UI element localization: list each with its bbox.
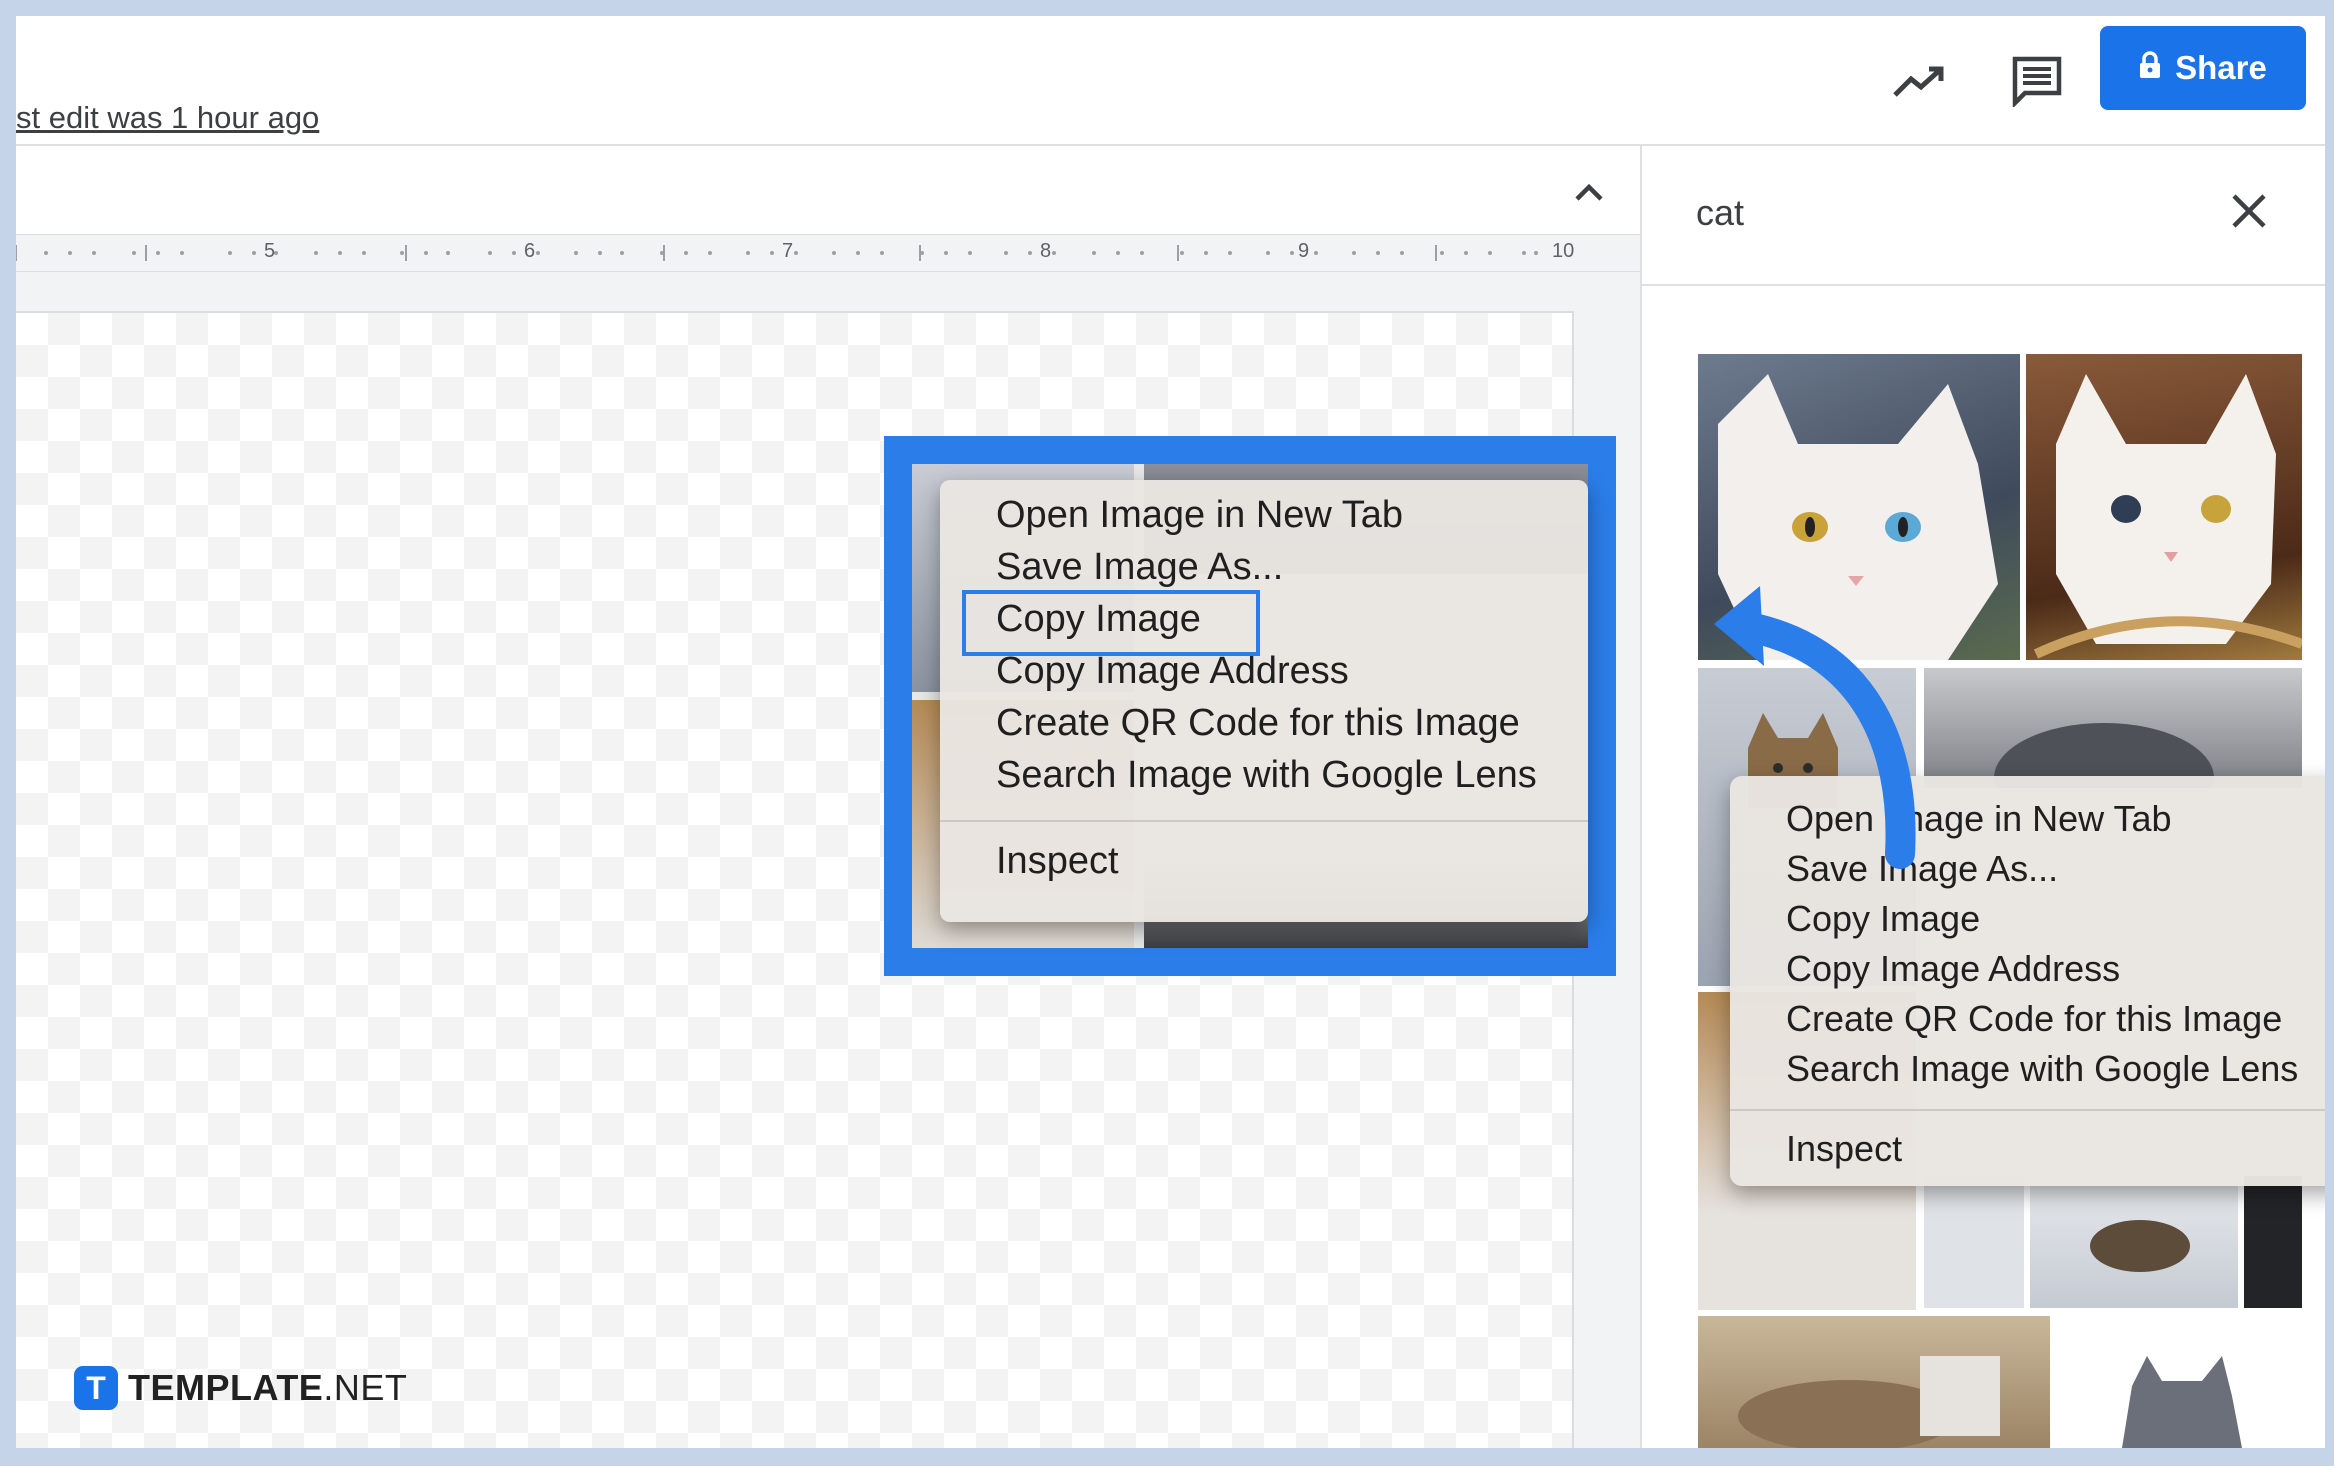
image-result-gray-cat[interactable]: [1924, 668, 2302, 788]
logo-mark: T: [74, 1366, 118, 1410]
ruler-label: 7: [782, 240, 794, 262]
menu-item-copy-address[interactable]: Copy Image Address: [1786, 948, 2120, 990]
ruler-label: 6: [524, 240, 536, 262]
chevron-up-icon[interactable]: [1564, 168, 1614, 218]
menu-item-open-new-tab[interactable]: Open Image in New Tab: [996, 494, 1403, 537]
context-menu-main: Open Image in New Tab Save Image As... C…: [940, 480, 1588, 922]
menu-item-inspect[interactable]: Inspect: [996, 840, 1119, 883]
image-result-cat-6[interactable]: [2244, 1176, 2302, 1308]
copy-image-highlight: [962, 590, 1260, 656]
ruler[interactable]: 5 6 7 8 9 10: [16, 234, 1640, 272]
last-edit-link[interactable]: st edit was 1 hour ago: [16, 100, 319, 136]
menu-item-copy-image[interactable]: Copy Image: [1786, 898, 1980, 940]
menu-item-google-lens[interactable]: Search Image with Google Lens: [1786, 1048, 2298, 1090]
logo-text: TEMPLATE.NET: [128, 1367, 408, 1408]
ruler-label: 8: [1040, 240, 1052, 262]
lock-icon: [2139, 49, 2161, 87]
comment-icon[interactable]: [2002, 46, 2072, 116]
highlight-callout: Open Image in New Tab Save Image As... C…: [884, 436, 1616, 976]
close-icon[interactable]: [2224, 186, 2274, 236]
ruler-label: 10: [1552, 240, 1575, 262]
ruler-label: 5: [264, 240, 276, 262]
window: st edit was 1 hour ago Share 5 6 7 8 9 1…: [16, 16, 2325, 1448]
menu-item-google-lens[interactable]: Search Image with Google Lens: [996, 754, 1537, 797]
menu-item-save-image[interactable]: Save Image As...: [996, 546, 1283, 589]
image-result-cat-lying[interactable]: [1698, 1316, 2050, 1448]
curved-arrow-icon: [1714, 586, 1916, 869]
menu-item-copy-address[interactable]: Copy Image Address: [996, 650, 1349, 693]
image-result-cat-4[interactable]: [1924, 1176, 2024, 1308]
panel-divider: [1642, 284, 2325, 286]
menu-item-inspect[interactable]: Inspect: [1786, 1128, 1902, 1170]
menu-item-create-qr[interactable]: Create QR Code for this Image: [1786, 998, 2282, 1040]
search-input[interactable]: cat: [1696, 192, 1744, 234]
image-result-cat-gray-sitting[interactable]: [2062, 1316, 2302, 1448]
image-result-cat-5[interactable]: [2030, 1176, 2238, 1308]
template-net-logo: T TEMPLATE.NET: [74, 1366, 407, 1410]
share-label: Share: [2175, 49, 2267, 86]
trending-up-icon[interactable]: [1884, 46, 1954, 116]
ruler-label: 9: [1298, 240, 1310, 262]
menu-separator: [1730, 1109, 2325, 1111]
image-result-white-cat-basket[interactable]: [2026, 354, 2302, 660]
share-button[interactable]: Share: [2100, 26, 2306, 110]
menu-separator: [940, 820, 1588, 822]
menu-item-create-qr[interactable]: Create QR Code for this Image: [996, 702, 1520, 745]
